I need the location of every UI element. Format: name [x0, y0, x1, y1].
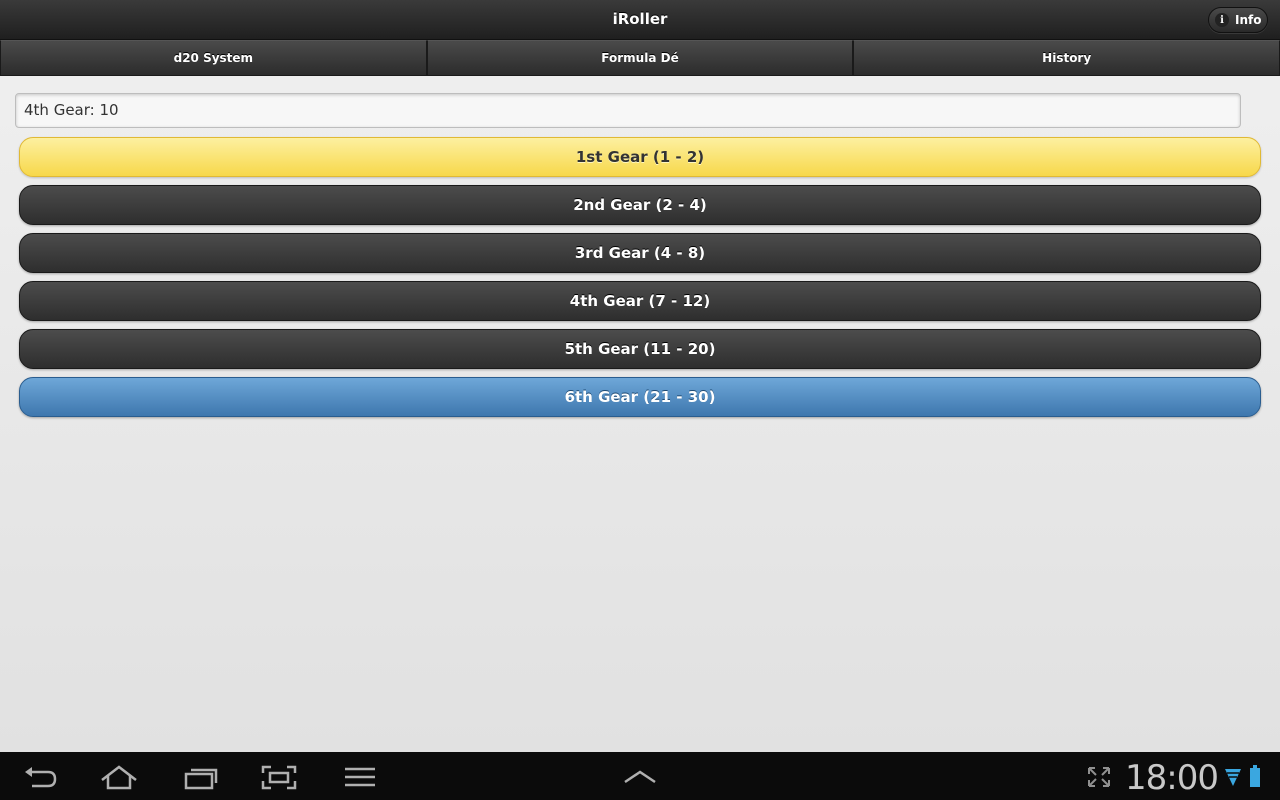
gear-6-button[interactable]: 6th Gear (21 - 30)	[19, 377, 1261, 417]
info-icon: i	[1215, 13, 1229, 27]
gear-1-button[interactable]: 1st Gear (1 - 2)	[19, 137, 1261, 177]
result-field[interactable]: 4th Gear: 10	[15, 93, 1241, 128]
gear-2-button[interactable]: 2nd Gear (2 - 4)	[19, 185, 1261, 225]
tab-history[interactable]: History	[853, 40, 1280, 76]
gear-5-button[interactable]: 5th Gear (11 - 20)	[19, 329, 1261, 369]
page-title: iRoller	[612, 10, 668, 28]
home-icon[interactable]	[99, 764, 139, 790]
up-arrow-icon[interactable]	[620, 764, 660, 790]
system-nav-bar: 18:00	[0, 752, 1280, 800]
clock: 18:00	[1125, 758, 1219, 798]
info-label: Info	[1235, 13, 1262, 27]
app-header: iRoller i Info	[0, 0, 1280, 40]
screenshot-icon[interactable]	[259, 764, 299, 790]
tab-bar: d20 System Formula Dé History	[0, 40, 1280, 76]
battery-icon	[1250, 765, 1260, 787]
back-icon[interactable]	[20, 764, 60, 790]
gear-4-button[interactable]: 4th Gear (7 - 12)	[19, 281, 1261, 321]
menu-icon[interactable]	[340, 764, 380, 790]
tab-formula-de[interactable]: Formula Dé	[426, 40, 854, 76]
recent-apps-icon[interactable]	[181, 764, 221, 790]
tab-d20-system[interactable]: d20 System	[0, 40, 427, 76]
wifi-icon	[1225, 769, 1241, 786]
info-button[interactable]: i Info	[1208, 7, 1268, 33]
gear-3-button[interactable]: 3rd Gear (4 - 8)	[19, 233, 1261, 273]
expand-icon[interactable]	[1085, 764, 1113, 790]
